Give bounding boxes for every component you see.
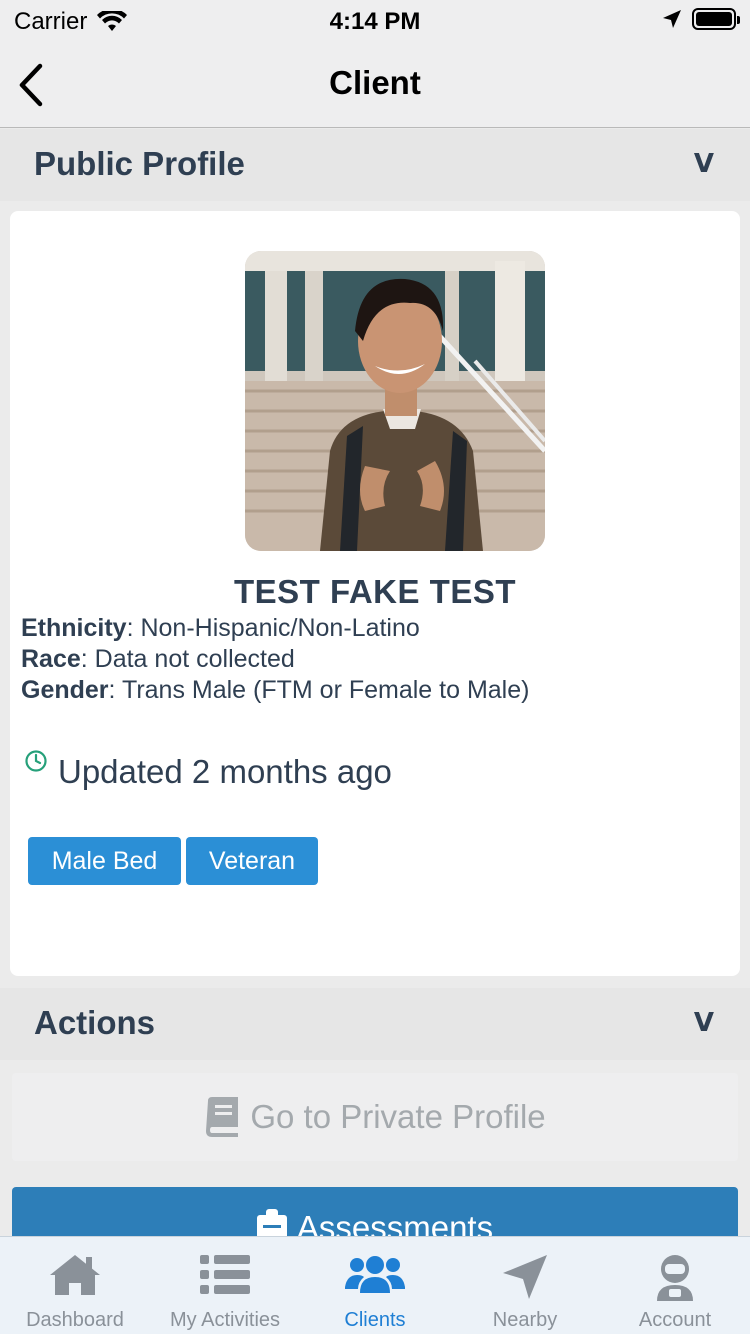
tab-label: My Activities	[169, 1309, 281, 1331]
page-title: Client	[329, 64, 421, 101]
client-name: TEST FAKE TEST	[233, 573, 517, 610]
location-arrow-icon	[503, 1255, 547, 1299]
users-icon	[345, 1256, 405, 1293]
status-time: 4:14 PM	[329, 8, 421, 35]
tab-bar: Dashboard My Activities Clients Nearby A…	[0, 1236, 750, 1334]
tag-veteran: Veteran	[186, 837, 318, 885]
updated-row: Updated 2 months ago	[24, 749, 392, 791]
list-icon	[200, 1255, 250, 1294]
race-label: Race	[21, 645, 81, 673]
battery-icon	[692, 8, 740, 30]
astronaut-icon	[657, 1255, 693, 1301]
status-right	[662, 8, 740, 30]
gender-value: : Trans Male (FTM or Female to Male)	[108, 676, 530, 704]
home-icon	[50, 1255, 100, 1295]
location-arrow-icon	[663, 10, 681, 28]
tab-account[interactable]: Account	[600, 1237, 750, 1334]
gender-label: Gender	[21, 676, 109, 704]
nav-bar: Client	[0, 42, 750, 128]
public-profile-header[interactable]: Public Profile V	[0, 129, 750, 201]
updated-text: Updated 2 months ago	[58, 753, 392, 790]
tab-label: Clients	[344, 1309, 406, 1331]
client-photo	[245, 251, 545, 551]
profile-card: TEST FAKE TEST Ethnicity: Non-Hispanic/N…	[10, 211, 740, 976]
tab-nearby[interactable]: Nearby	[450, 1237, 600, 1334]
private-profile-label: Go to Private Profile	[250, 1098, 546, 1135]
tab-label: Nearby	[492, 1309, 558, 1331]
book-icon	[206, 1097, 239, 1137]
public-profile-title: Public Profile	[34, 145, 245, 182]
actions-title: Actions	[34, 1004, 156, 1041]
status-bar: Carrier 4:14 PM	[0, 0, 750, 42]
race-value: : Data not collected	[80, 645, 295, 673]
chevron-down-icon: V	[693, 1008, 714, 1038]
ethnicity-value: : Non-Hispanic/Non-Latino	[126, 614, 420, 642]
clock-icon	[25, 750, 47, 772]
tab-my-activities[interactable]: My Activities	[150, 1237, 300, 1334]
tab-clients[interactable]: Clients	[300, 1237, 450, 1334]
actions-header[interactable]: Actions V	[0, 988, 750, 1060]
private-profile-button[interactable]: Go to Private Profile	[12, 1073, 738, 1161]
ethnicity-label: Ethnicity	[21, 614, 127, 642]
gender-row: Gender: Trans Male (FTM or Female to Mal…	[21, 676, 529, 705]
tab-dashboard[interactable]: Dashboard	[0, 1237, 150, 1334]
ethnicity-row: Ethnicity: Non-Hispanic/Non-Latino	[21, 614, 420, 643]
race-row: Race: Data not collected	[21, 645, 295, 674]
tab-label: Account	[638, 1309, 712, 1331]
tag-male-bed: Male Bed	[28, 837, 181, 885]
chevron-down-icon: V	[693, 149, 714, 179]
tab-label: Dashboard	[26, 1309, 124, 1331]
